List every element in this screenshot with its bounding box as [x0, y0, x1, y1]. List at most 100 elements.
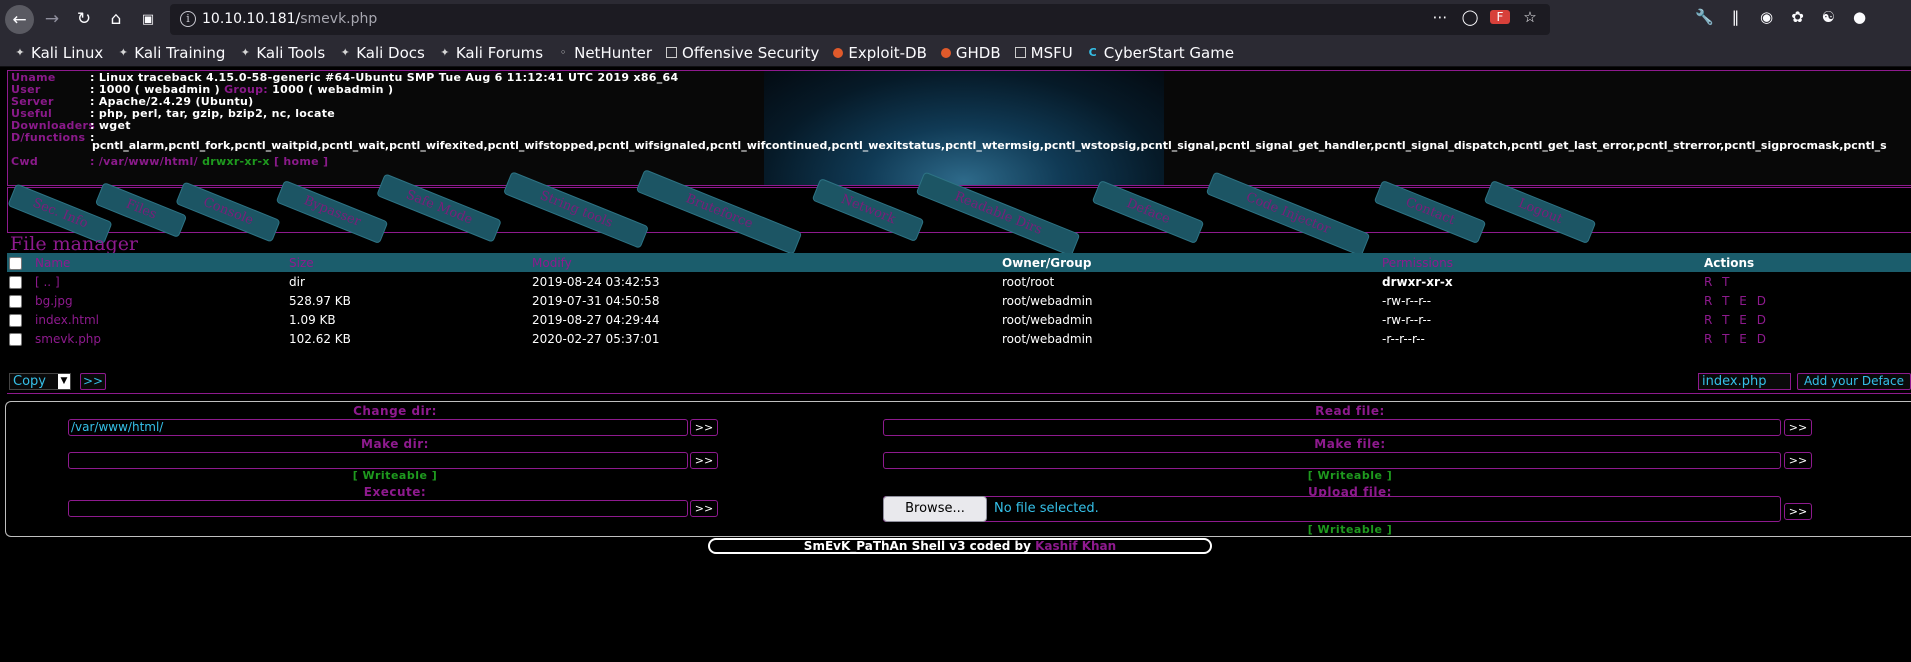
url-bar[interactable]: i 10.10.10.181/smevk.php ⋯ ◯ F ☆ — [170, 4, 1550, 35]
tab-console[interactable]: Console — [175, 181, 281, 243]
bookmark-msfu[interactable]: MSFU — [1014, 43, 1073, 62]
extension-c-icon[interactable]: ☯ — [1819, 8, 1838, 26]
chevron-down-icon: ▼ — [58, 374, 70, 389]
column-name[interactable]: Name — [33, 253, 287, 272]
bookmark-kali-forums[interactable]: ✦ Kali Forums — [439, 44, 543, 62]
url-text[interactable]: 10.10.10.181/smevk.php — [202, 11, 377, 27]
footer-author-link[interactable]: Kashif Khan — [1035, 539, 1116, 553]
kali-icon: ✦ — [118, 45, 128, 59]
execute-go-button[interactable]: >> — [690, 500, 718, 517]
home-button[interactable]: ⌂ — [102, 5, 130, 33]
info-icon[interactable]: i — [180, 11, 196, 27]
file-modified: 2019-07-31 04:50:58 — [532, 293, 660, 308]
file-modified: 2019-08-24 03:42:53 — [532, 274, 660, 289]
change-dir-input[interactable]: /var/www/html/ — [68, 419, 688, 436]
dfunctions-row: D/functions: — [11, 131, 95, 144]
star-icon[interactable]: ☆ — [1520, 8, 1540, 26]
file-name-link[interactable]: smevk.php — [33, 329, 287, 348]
extension-icon[interactable]: F — [1490, 10, 1510, 24]
execute-label: Execute: — [363, 485, 427, 499]
file-permissions[interactable]: -r--r--r-- — [1380, 329, 1702, 348]
add-deface-button[interactable]: Add your Deface — [1797, 373, 1911, 390]
disabled-functions-list: pcntl_alarm,pcntl_fork,pcntl_waitpid,pcn… — [92, 139, 1887, 152]
web-page: Uname: Linux traceback 4.15.0-58-generic… — [0, 67, 1911, 662]
reload-button[interactable]: ↻ — [70, 5, 98, 33]
extension-d-icon[interactable]: ● — [1850, 8, 1869, 26]
file-size: dir — [289, 274, 305, 289]
bookmark-exploit-db[interactable]: Exploit-DB — [833, 44, 927, 62]
file-manager-title: File manager — [10, 233, 139, 255]
file-actions[interactable]: R T — [1702, 272, 1911, 291]
nethunter-icon: ◦ — [559, 45, 567, 59]
cyberstart-icon: C — [1088, 45, 1097, 59]
extension-a-icon[interactable]: ◉ — [1757, 8, 1776, 26]
cwd-path[interactable]: : /var/www/html/ — [90, 155, 198, 168]
tab-contact[interactable]: Contact — [1373, 179, 1487, 245]
bulk-action-row: Copy ▼ >> index.php Add your Deface — [7, 373, 1911, 391]
wrench-icon[interactable]: 🔧 — [1695, 8, 1714, 26]
file-name-link[interactable]: bg.jpg — [33, 291, 287, 310]
bookmark-cyberstart[interactable]: C CyberStart Game — [1087, 44, 1234, 62]
change-dir-go-button[interactable]: >> — [690, 419, 718, 436]
tab-deface[interactable]: Deface — [1091, 179, 1205, 245]
row-checkbox[interactable] — [9, 313, 22, 327]
bookmark-kali-training[interactable]: ✦ Kali Training — [117, 44, 226, 62]
file-size: 1.09 KB — [289, 312, 336, 327]
bookmark-label: Kali Docs — [356, 43, 425, 62]
file-name-link[interactable]: [ .. ] — [33, 272, 287, 291]
extension-b-icon[interactable]: ✿ — [1788, 8, 1807, 26]
make-file-label: Make file: — [1314, 437, 1386, 451]
file-actions[interactable]: R T E D — [1702, 291, 1911, 310]
make-dir-go-button[interactable]: >> — [690, 452, 718, 469]
make-dir-input[interactable] — [68, 452, 688, 469]
execute-input[interactable] — [68, 500, 688, 517]
read-file-go-button[interactable]: >> — [1784, 419, 1812, 436]
file-permissions[interactable]: drwxr-xr-x — [1380, 272, 1702, 291]
bookmark-offensive-security[interactable]: Offensive Security — [666, 44, 819, 62]
row-checkbox[interactable] — [9, 332, 22, 346]
row-checkbox[interactable] — [9, 275, 22, 289]
file-actions[interactable]: R T E D — [1702, 329, 1911, 348]
deface-filename-input[interactable]: index.php — [1698, 373, 1791, 390]
column-modify[interactable]: Modify — [530, 253, 1000, 272]
bookmark-kali-tools[interactable]: ✦ Kali Tools — [239, 44, 325, 62]
bookmark-ghdb[interactable]: GHDB — [940, 44, 1001, 62]
tab-logout[interactable]: Logout — [1483, 179, 1597, 245]
file-size: 102.62 KB — [289, 331, 351, 346]
bookmark-kali-linux[interactable]: ✦ Kali Linux — [14, 44, 103, 62]
bulk-go-button[interactable]: >> — [80, 373, 106, 390]
reader-view-button[interactable]: ▣ — [134, 5, 162, 33]
row-checkbox[interactable] — [9, 294, 22, 308]
forward-button[interactable]: → — [38, 5, 66, 33]
upload-go-button[interactable]: >> — [1784, 503, 1812, 520]
column-size[interactable]: Size — [287, 253, 530, 272]
read-file-input[interactable] — [883, 419, 1781, 436]
tab-network[interactable]: Network — [811, 177, 925, 243]
bookmark-nethunter[interactable]: ◦ NetHunter — [557, 44, 652, 62]
bookmark-label: MSFU — [1030, 43, 1073, 62]
select-all-checkbox[interactable] — [9, 256, 22, 270]
kali-icon: ✦ — [440, 45, 450, 59]
page-actions-icon[interactable]: ⋯ — [1430, 8, 1450, 26]
browse-button[interactable]: Browse... — [883, 496, 987, 522]
library-icon[interactable]: ‖ — [1726, 8, 1745, 26]
make-file-go-button[interactable]: >> — [1784, 452, 1812, 469]
pocket-icon[interactable]: ◯ — [1460, 8, 1480, 26]
table-row: smevk.php 102.62 KB 2020-02-27 05:37:01 … — [7, 329, 1911, 348]
kali-icon: ✦ — [240, 45, 250, 59]
no-file-selected-text: No file selected. — [994, 501, 1099, 516]
file-permissions[interactable]: -rw-r--r-- — [1380, 291, 1702, 310]
tab-bypasser[interactable]: Bypasser — [275, 179, 389, 245]
file-name-link[interactable]: index.html — [33, 310, 287, 329]
file-permissions[interactable]: -rw-r--r-- — [1380, 310, 1702, 329]
file-actions[interactable]: R T E D — [1702, 310, 1911, 329]
home-link[interactable]: [ home ] — [274, 155, 328, 168]
offsec-icon — [666, 47, 678, 58]
bulk-action-select[interactable]: Copy ▼ — [9, 373, 71, 390]
cwd-value: : /var/www/html/ drwxr-xr-x [ home ] — [90, 155, 328, 168]
make-file-input[interactable] — [883, 452, 1781, 469]
column-permissions[interactable]: Permissions — [1380, 253, 1702, 272]
back-button[interactable]: ← — [5, 5, 34, 34]
bookmark-kali-docs[interactable]: ✦ Kali Docs — [339, 44, 425, 62]
kali-icon: ✦ — [15, 45, 25, 59]
